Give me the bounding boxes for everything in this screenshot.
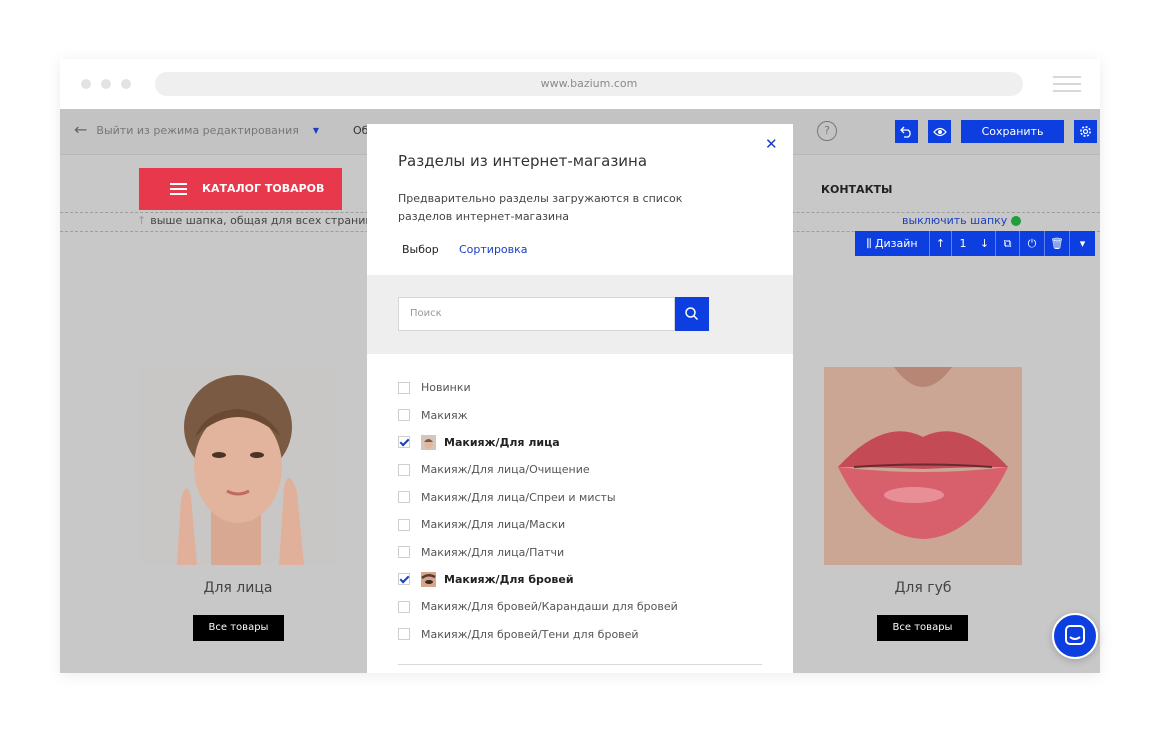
item-label: Макияж: [421, 408, 468, 422]
back-arrow-icon: ←: [74, 120, 88, 139]
shop-sections-modal: ✕ Разделы из интернет-магазина Предварит…: [367, 124, 793, 673]
item-label: Макияж/Для бровей/Карандаши для бровей: [421, 600, 678, 614]
window-dot: [121, 79, 131, 89]
item-label: Макияж/Для бровей: [444, 572, 574, 586]
list-item[interactable]: Макияж: [398, 401, 758, 428]
preview-button[interactable]: [928, 120, 951, 143]
browser-menu-icon[interactable]: [1053, 76, 1081, 97]
block-toolbar: ⫼ Дизайн ↑ 1 ↓ ⧉ ⏻ 🗑 ▾: [855, 231, 1095, 256]
block-index: 1: [959, 237, 967, 250]
list-item[interactable]: Макияж/Для бровей: [398, 566, 758, 593]
list-item[interactable]: Макияж/Для бровей/Тени для бровей: [398, 621, 758, 648]
search-panel: Поиск: [367, 275, 793, 354]
copy-button[interactable]: ⧉: [996, 231, 1020, 256]
design-button[interactable]: ⫼ Дизайн: [855, 231, 930, 256]
exit-edit-mode[interactable]: ← Выйти из режима редактирования ▼: [74, 120, 319, 139]
search-button[interactable]: [675, 297, 709, 331]
chat-button[interactable]: [1052, 613, 1098, 659]
design-label: Дизайн: [874, 237, 918, 250]
chat-icon: [1065, 625, 1085, 645]
item-label: Макияж/Для лица/Очищение: [421, 463, 590, 477]
tab-sort[interactable]: Сортировка: [459, 243, 528, 256]
checkbox[interactable]: [398, 546, 410, 559]
arrow-up-icon: ↑: [935, 237, 946, 250]
list-item[interactable]: Макияж/Для лица/Спреи и мисты: [398, 484, 758, 511]
item-label: Макияж/Для лица/Маски: [421, 518, 566, 532]
close-icon[interactable]: ✕: [765, 135, 778, 153]
item-label: Новинки: [421, 381, 471, 395]
card-title-face: Для лица: [203, 580, 273, 596]
modal-title: Разделы из интернет-магазина: [398, 152, 648, 170]
modal-description: Предварительно разделы загружаются в спи…: [398, 192, 683, 223]
more-button[interactable]: ▾: [1070, 231, 1095, 256]
catalog-button[interactable]: КАТАЛОГ ТОВАРОВ: [139, 168, 342, 210]
item-label: Макияж/Для бровей/Тени для бровей: [421, 627, 639, 641]
power-icon: ⏻: [1027, 237, 1037, 250]
trash-icon: 🗑: [1050, 237, 1064, 250]
modal-divider: [398, 664, 762, 665]
save-button[interactable]: Сохранить: [961, 120, 1064, 143]
checkbox-checked[interactable]: [398, 573, 410, 586]
item-label: Макияж/Для лица/Патчи: [421, 545, 565, 559]
card-title-lips: Для губ: [894, 580, 952, 596]
brow-thumbnail: [421, 571, 436, 587]
checkbox[interactable]: [398, 463, 410, 476]
move-up-button[interactable]: ↑: [930, 231, 952, 256]
face-thumbnail: [421, 434, 436, 450]
caret-down-icon: ▾: [1079, 237, 1086, 250]
settings-button[interactable]: [1074, 120, 1097, 143]
move-down-button[interactable]: ↓: [974, 231, 996, 256]
header-hint: ↑ выше шапка, общая для всех страниц: [137, 214, 373, 227]
checkbox-checked[interactable]: [398, 436, 410, 449]
up-arrow-icon: ↑: [137, 214, 147, 227]
checkbox[interactable]: [398, 600, 410, 613]
toggle-button[interactable]: ⏻: [1020, 231, 1045, 256]
checkbox[interactable]: [398, 381, 410, 394]
tab-select[interactable]: Выбор: [402, 243, 439, 256]
window-dot: [101, 79, 111, 89]
arrow-down-icon: ↓: [979, 237, 990, 250]
gear-icon: [1080, 126, 1091, 137]
checkbox[interactable]: [398, 518, 410, 531]
caret-down-icon[interactable]: ▼: [313, 126, 319, 135]
menu-icon: [170, 183, 187, 198]
sliders-icon: ⫼: [866, 237, 875, 250]
list-item[interactable]: Макияж/Для лица/Маски: [398, 511, 758, 538]
list-item[interactable]: Макияж/Для бровей/Карандаши для бровей: [398, 593, 758, 620]
item-label: Макияж/Для лица/Спреи и мисты: [421, 490, 616, 504]
lips-product-image[interactable]: [824, 367, 1022, 565]
undo-button[interactable]: [895, 120, 918, 143]
delete-button[interactable]: 🗑: [1045, 231, 1070, 256]
checkbox[interactable]: [398, 409, 410, 422]
header-hint-text: выше шапка, общая для всех страниц: [150, 214, 373, 227]
checkbox[interactable]: [398, 628, 410, 641]
section-list: Новинки Макияж Макияж/Для лица Макияж/Дл…: [398, 374, 758, 648]
list-item[interactable]: Макияж/Для лица/Очищение: [398, 456, 758, 483]
hide-header-link[interactable]: выключить шапку: [902, 214, 1007, 227]
status-dot: [1011, 216, 1021, 226]
item-label: Макияж/Для лица: [444, 435, 560, 449]
list-item[interactable]: Новинки: [398, 374, 758, 401]
checkbox[interactable]: [398, 491, 410, 504]
eye-icon: [932, 127, 947, 137]
copy-icon: ⧉: [1003, 237, 1012, 250]
help-icon[interactable]: ?: [817, 121, 837, 141]
browser-chrome: www.bazium.com: [60, 59, 1100, 109]
face-product-image[interactable]: [139, 367, 337, 565]
list-item[interactable]: Макияж/Для лица/Патчи: [398, 538, 758, 565]
exit-edit-label: Выйти из режима редактирования: [96, 123, 299, 137]
all-products-button[interactable]: Все товары: [877, 615, 968, 641]
window-dot: [81, 79, 91, 89]
list-item[interactable]: Макияж/Для лица: [398, 429, 758, 456]
catalog-label: КАТАЛОГ ТОВАРОВ: [202, 182, 325, 195]
search-icon: [685, 307, 699, 321]
search-input[interactable]: Поиск: [398, 297, 675, 331]
undo-icon: [900, 126, 911, 138]
all-products-button[interactable]: Все товары: [193, 615, 284, 641]
nav-contacts[interactable]: КОНТАКТЫ: [821, 183, 892, 196]
address-bar[interactable]: www.bazium.com: [155, 72, 1023, 96]
